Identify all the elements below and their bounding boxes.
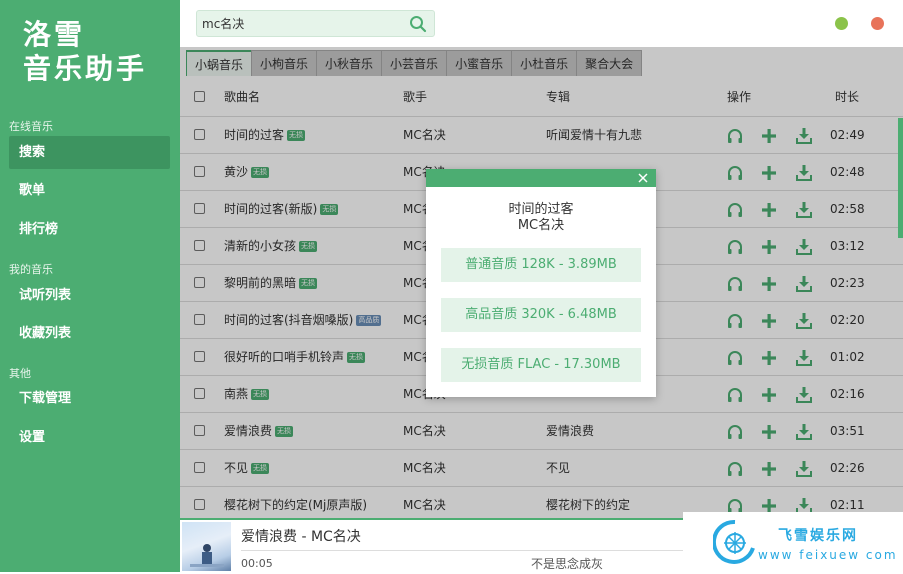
quality-320k-button[interactable]: 高品音质 320K - 6.48MB (441, 298, 641, 332)
section-title-other: 其他 (9, 367, 31, 380)
sidebar-item-search[interactable]: 搜索 (9, 136, 170, 169)
sidebar-item-charts[interactable]: 排行榜 (9, 213, 170, 246)
quality-dialog: 时间的过客 MC名决 普通音质 128K - 3.89MB 高品音质 320K … (426, 169, 656, 397)
sidebar-item-downloads[interactable]: 下载管理 (9, 382, 170, 415)
top-bar (180, 0, 903, 47)
section-title-my-music: 我的音乐 (9, 263, 53, 276)
watermark: 飞雪娱乐网 www feixuew com (683, 512, 903, 572)
now-playing-title: 爱情浪费 - MC名决 (241, 529, 361, 545)
logo-line-2: 音乐助手 (23, 52, 148, 85)
sidebar-item-playlist[interactable]: 歌单 (9, 174, 170, 207)
album-cover[interactable] (182, 522, 231, 571)
search-box (196, 10, 435, 37)
watermark-text-1: 飞雪娱乐网 (778, 528, 858, 544)
logo-line-1: 洛雪 (23, 18, 86, 51)
player-bar: 爱情浪费 - MC名决 00:05 不是思念成灰 (180, 518, 683, 572)
close-window-button[interactable] (871, 17, 884, 30)
app-logo: 洛雪 音乐助手 (23, 18, 147, 86)
dialog-header (426, 169, 656, 187)
sidebar-item-favorites[interactable]: 收藏列表 (9, 317, 170, 350)
section-title-online: 在线音乐 (9, 120, 53, 133)
sidebar-item-trial-list[interactable]: 试听列表 (9, 279, 170, 312)
search-icon[interactable] (409, 15, 427, 33)
search-input[interactable] (197, 11, 397, 36)
playback-time: 00:05 (241, 557, 273, 570)
dialog-title: 时间的过客 MC名决 (426, 202, 656, 234)
dialog-song-name: 时间的过客 (508, 202, 574, 217)
progress-track[interactable] (241, 550, 683, 551)
close-icon[interactable] (636, 171, 650, 185)
quality-128k-button[interactable]: 普通音质 128K - 3.89MB (441, 248, 641, 282)
cover-art-illustration (190, 544, 224, 567)
dialog-artist: MC名决 (517, 218, 565, 233)
sidebar: 洛雪 音乐助手 在线音乐 搜索 歌单 排行榜 我的音乐 试听列表 收藏列表 其他… (0, 0, 180, 572)
lyric-line: 不是思念成灰 (531, 557, 604, 571)
minimize-button[interactable] (835, 17, 848, 30)
table-scrollbar[interactable] (898, 118, 903, 238)
watermark-text-2: www feixuew com (758, 548, 898, 562)
watermark-logo (713, 519, 755, 564)
quality-flac-button[interactable]: 无损音质 FLAC - 17.30MB (441, 348, 641, 382)
sidebar-item-settings[interactable]: 设置 (9, 421, 170, 454)
